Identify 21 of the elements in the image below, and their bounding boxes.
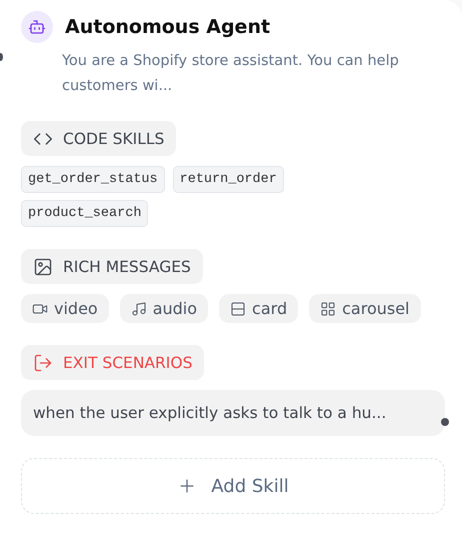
- tag-label: audio: [152, 299, 198, 318]
- exit-icon: [33, 352, 53, 372]
- section-title: CODE SKILLS: [63, 130, 164, 148]
- card-icon: [230, 300, 246, 316]
- image-icon: [33, 256, 53, 276]
- bot-icon: [21, 11, 53, 43]
- carousel-icon: [320, 300, 336, 316]
- section-title: EXIT SCENARIOS: [63, 354, 192, 372]
- node-title: Autonomous Agent: [65, 16, 270, 38]
- skill-tag: product_search: [21, 200, 148, 227]
- skill-tag: get_order_status: [21, 166, 165, 193]
- skill-tag: return_order: [172, 166, 284, 193]
- node-description: You are a Shopify store assistant. You can help customers wi...: [62, 52, 400, 96]
- audio-icon: [130, 300, 147, 316]
- tag-label: carousel: [342, 299, 410, 318]
- tag-label: card: [252, 299, 288, 318]
- connection-handle[interactable]: [441, 418, 449, 426]
- exit-scenario[interactable]: when the user explicitly asks to talk to a hu...: [21, 390, 445, 436]
- add-skill-button[interactable]: Add Skill: [21, 458, 445, 514]
- section-title: RICH MESSAGES: [63, 258, 191, 276]
- tag-label: video: [54, 299, 98, 318]
